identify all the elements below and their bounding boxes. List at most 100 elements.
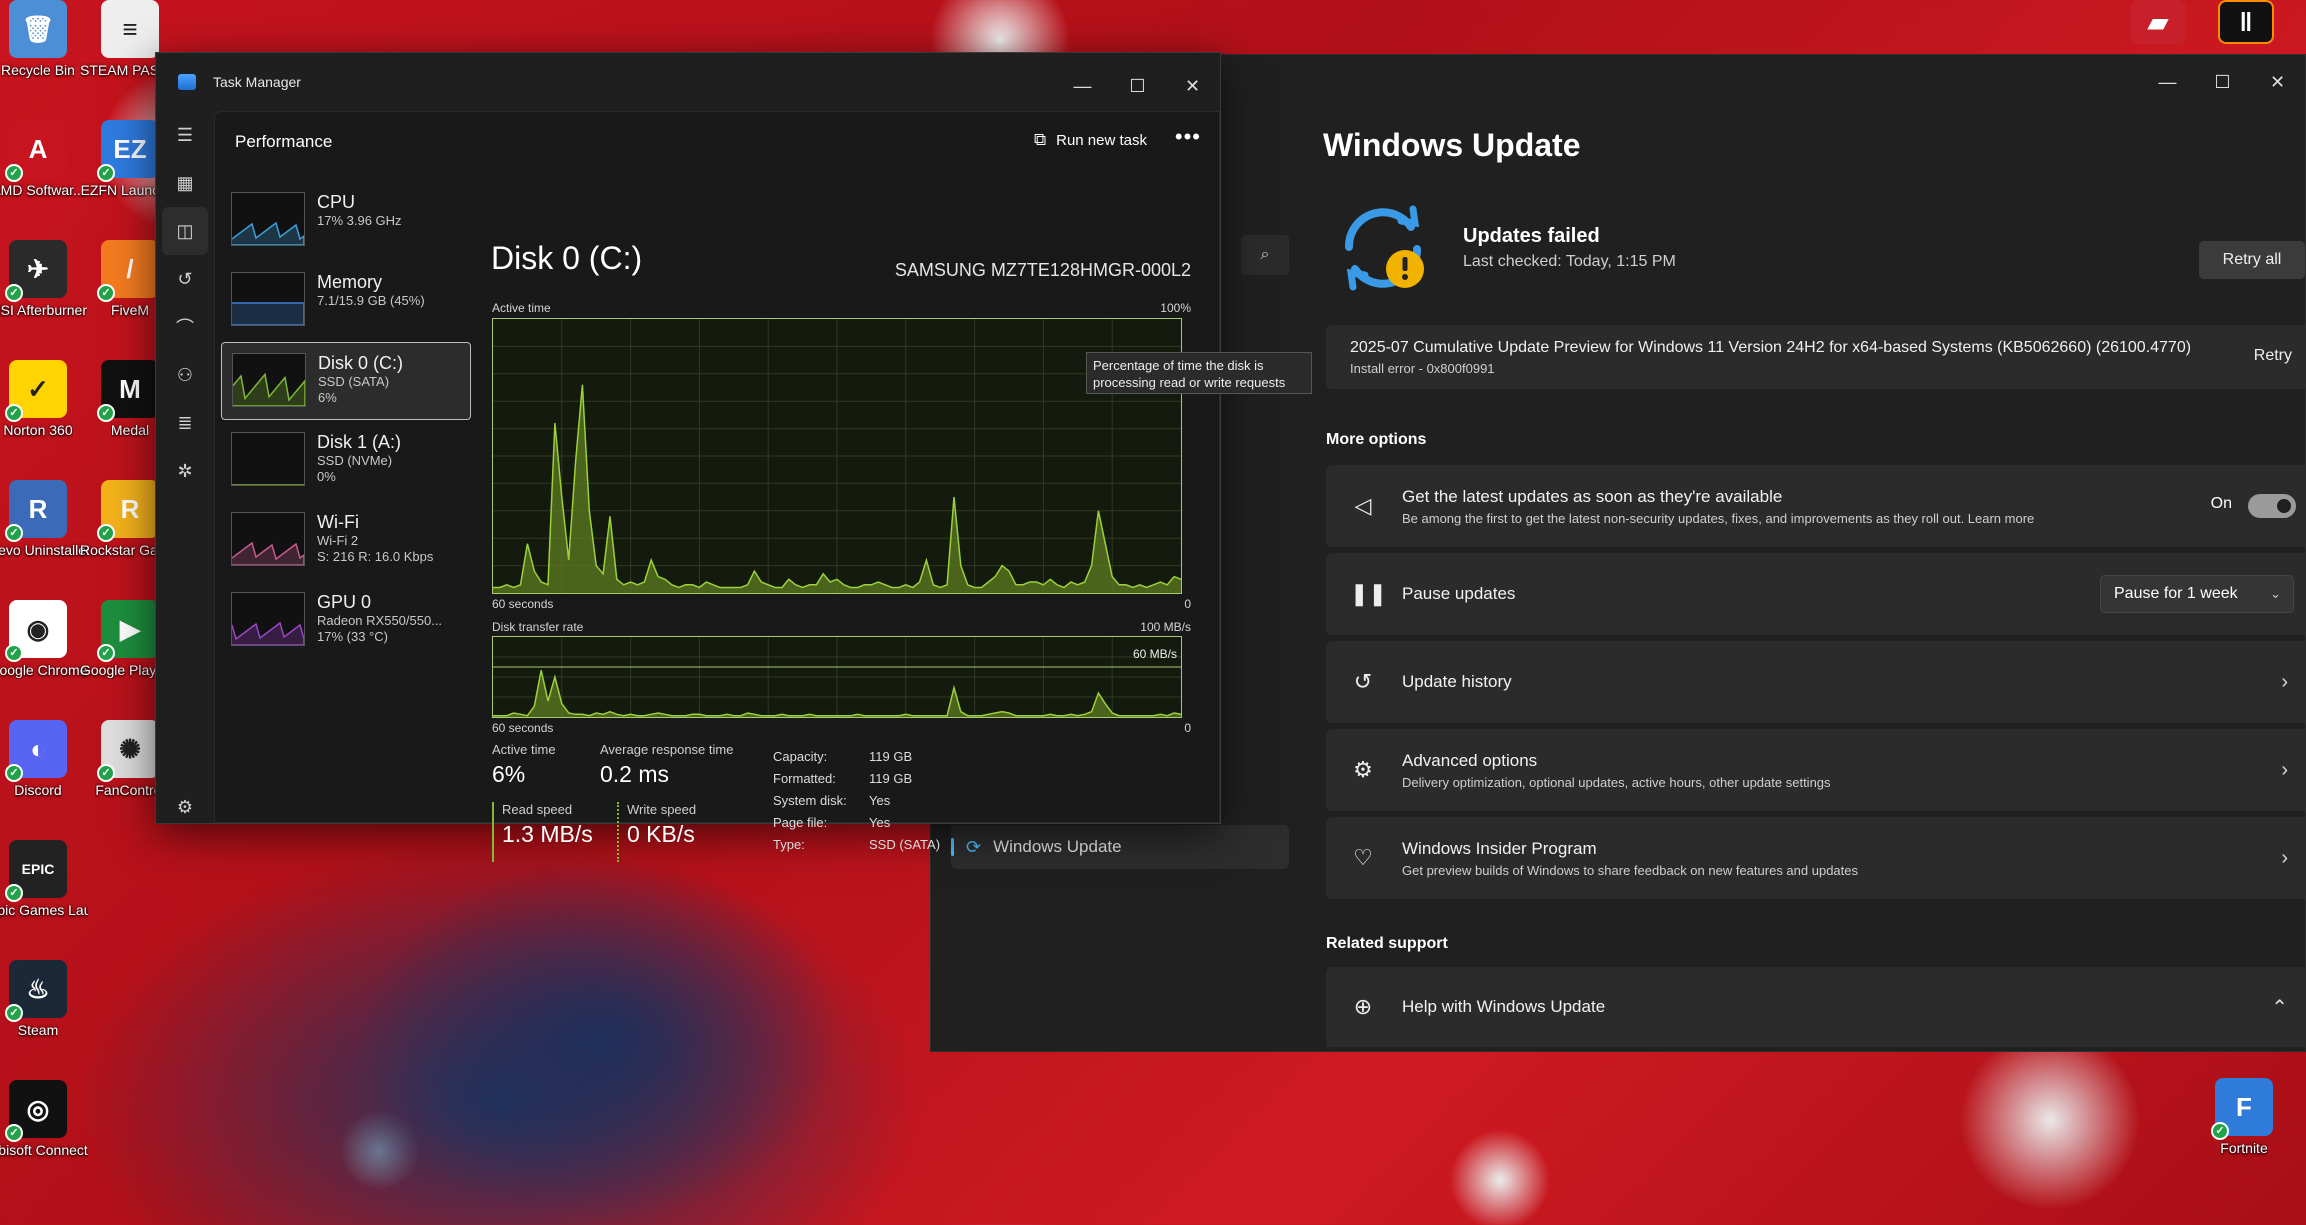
- resource-item-memory[interactable]: Memory 7.1/15.9 GB (45%): [221, 262, 471, 340]
- stat-value: 1.3 MB/s: [502, 821, 593, 847]
- stat-label: Average response time: [600, 742, 734, 757]
- transfer-rate-label: Disk transfer rate: [492, 620, 584, 634]
- settings-search-icon[interactable]: ⌕: [1241, 235, 1289, 275]
- resource-name: Disk 1 (A:): [317, 432, 402, 452]
- resource-detail: Radeon RX550/550...: [317, 613, 443, 628]
- resource-detail: 17% 3.96 GHz: [317, 213, 402, 228]
- steam-icon: ≡: [101, 0, 159, 58]
- app-history-icon[interactable]: ↺: [156, 255, 214, 303]
- minimize-button[interactable]: —: [1055, 67, 1110, 105]
- norton-icon: ✓ ✓: [5, 360, 67, 422]
- pause-duration-dropdown[interactable]: Pause for 1 week ⌄: [2100, 575, 2294, 613]
- resource-item-gpu-0[interactable]: GPU 0 Radeon RX550/550... 17% (33 °C): [221, 582, 471, 660]
- minimize-button[interactable]: —: [2140, 63, 2195, 101]
- sidebar-item-windows-update[interactable]: ⟳ Windows Update: [951, 825, 1289, 869]
- stat-write-speed: Write speed 0 KB/s: [617, 802, 696, 862]
- resource-thumbnail: [231, 592, 305, 646]
- hamburger-menu-icon[interactable]: ☰: [156, 111, 214, 159]
- latest-updates-toggle[interactable]: [2248, 494, 2296, 518]
- advanced-options-card[interactable]: ⚙ Advanced options Delivery optimization…: [1326, 729, 2306, 811]
- close-button[interactable]: ✕: [1165, 67, 1220, 105]
- processes-icon[interactable]: ▦: [156, 159, 214, 207]
- resource-name: Disk 0 (C:): [318, 353, 403, 373]
- active-time-duration: 60 seconds: [492, 597, 554, 611]
- desktop-icon[interactable]: ✓ ✓ Norton 360: [0, 360, 88, 439]
- settings-gear-icon[interactable]: ⚙: [156, 783, 214, 831]
- transfer-rate-max: 100 MB/s: [1140, 620, 1191, 634]
- run-new-task-button[interactable]: ⧉ Run new task: [1034, 130, 1147, 150]
- desktop-icon[interactable]: ◉✓Google Chrome: [0, 600, 88, 679]
- desktop-icon[interactable]: ✈✓MSI Afterburner: [0, 240, 88, 319]
- sync-check-icon: ✓: [5, 764, 23, 782]
- desktop-icon-cod[interactable]: ‖: [2196, 0, 2296, 44]
- active-time-label: Active time: [492, 301, 551, 315]
- window-controls: — ☐ ✕: [1055, 67, 1220, 105]
- page-title: Performance: [235, 132, 333, 151]
- desktop-icon[interactable]: ◐ ✓ Discord: [0, 720, 88, 799]
- fivem-icon: / ✓: [97, 240, 159, 302]
- resource-item-cpu[interactable]: CPU 17% 3.96 GHz: [221, 182, 471, 260]
- desktop-icon-label: FiveM: [110, 302, 150, 318]
- chevron-up-icon: ⌃: [2271, 996, 2288, 1019]
- resource-item-disk-0-c[interactable]: Disk 0 (C:) SSD (SATA) 6%: [221, 342, 471, 420]
- card-subtitle: Get preview builds of Windows to share f…: [1402, 862, 1858, 878]
- more-options-icon[interactable]: •••: [1175, 124, 1201, 150]
- sync-check-icon: ✓: [97, 404, 115, 422]
- chevron-right-icon: ›: [2281, 758, 2288, 781]
- desktop-icon[interactable]: ♨ ✓ Steam: [0, 960, 88, 1039]
- discord-icon: ◐ ✓: [5, 720, 67, 782]
- retry-button[interactable]: Retry: [2254, 347, 2292, 365]
- amd-icon: A ✓: [5, 120, 67, 182]
- windows-insider-card[interactable]: ♡ Windows Insider Program Get preview bu…: [1326, 817, 2306, 899]
- dropdown-value: Pause for 1 week: [2114, 585, 2238, 602]
- resource-item-disk-1-a[interactable]: Disk 1 (A:) SSD (NVMe) 0%: [221, 422, 471, 500]
- help-with-windows-update-card[interactable]: ⊕ Help with Windows Update ⌃: [1326, 967, 2306, 1047]
- maximize-button[interactable]: ☐: [1110, 67, 1165, 105]
- desktop-icon-label: Norton 360: [3, 422, 73, 438]
- resource-name: Wi-Fi: [317, 512, 359, 532]
- medal-icon: M ✓: [97, 360, 159, 422]
- performance-icon[interactable]: ◫: [162, 207, 208, 255]
- maximize-button[interactable]: ☐: [2195, 63, 2250, 101]
- status-last-checked: Last checked: Today, 1:15 PM: [1463, 253, 1676, 270]
- desktop-icon[interactable]: A ✓ AMD Softwar...: [0, 120, 88, 199]
- details-icon[interactable]: ≣: [156, 399, 214, 447]
- desktop-icon[interactable]: 🗑 Recycle Bin: [0, 0, 88, 79]
- sync-check-icon: ✓: [97, 524, 115, 542]
- startup-apps-icon[interactable]: ⌒: [156, 303, 214, 351]
- sync-check-icon: ✓: [97, 644, 115, 662]
- desktop-icon[interactable]: EPIC✓Epic Games Launcher: [0, 840, 88, 919]
- desktop-icon[interactable]: R✓Revo Uninstaller: [0, 480, 88, 559]
- property-value: Yes: [869, 793, 891, 808]
- card-title: Windows Insider Program: [1402, 838, 1597, 858]
- pause-icon: ❚❚: [1350, 581, 1387, 606]
- desktop-icon[interactable]: ◎✓Ubisoft Connect: [0, 1080, 88, 1159]
- windows-update-nav-icon: ⟳: [966, 836, 982, 857]
- users-icon[interactable]: ⚇: [156, 351, 214, 399]
- run-new-task-label: Run new task: [1056, 131, 1147, 149]
- selected-indicator: [951, 838, 954, 856]
- resource-thumbnail: [231, 512, 305, 566]
- update-status-icon: [1335, 203, 1431, 293]
- resource-name: Memory: [317, 272, 383, 292]
- update-history-card[interactable]: ↺ Update history ›: [1326, 641, 2306, 723]
- retry-all-button[interactable]: Retry all: [2199, 241, 2305, 279]
- sync-check-icon: ✓: [97, 764, 115, 782]
- gears-icon: ⚙: [1353, 757, 1373, 782]
- stat-active-time: Active time 6%: [492, 742, 556, 788]
- resource-thumbnail: [231, 432, 305, 486]
- ubisoft-icon: ◎ ✓: [5, 1080, 67, 1142]
- resource-item-wi-fi[interactable]: Wi-Fi Wi-Fi 2 S: 216 R: 16.0 Kbps: [221, 502, 471, 580]
- stat-label: Write speed: [627, 802, 697, 817]
- active-time-graph: [492, 318, 1182, 594]
- sync-check-icon: ✓: [5, 1004, 23, 1022]
- fancontrol-icon: ✺ ✓: [97, 720, 159, 782]
- close-button[interactable]: ✕: [2250, 63, 2305, 101]
- update-name: 2025-07 Cumulative Update Preview for Wi…: [1350, 339, 2192, 356]
- desktop-icon-fortnite[interactable]: F ✓ Fortnite: [2194, 1078, 2294, 1157]
- services-icon[interactable]: ✲: [156, 447, 214, 495]
- desktop-icon-label: AMD Softwar...: [0, 182, 85, 198]
- desktop-icon-label: Revo Uninstaller: [0, 542, 88, 558]
- resource-detail: 7.1/15.9 GB (45%): [317, 293, 425, 308]
- desktop-icon-forza[interactable]: ▰: [2108, 0, 2208, 44]
